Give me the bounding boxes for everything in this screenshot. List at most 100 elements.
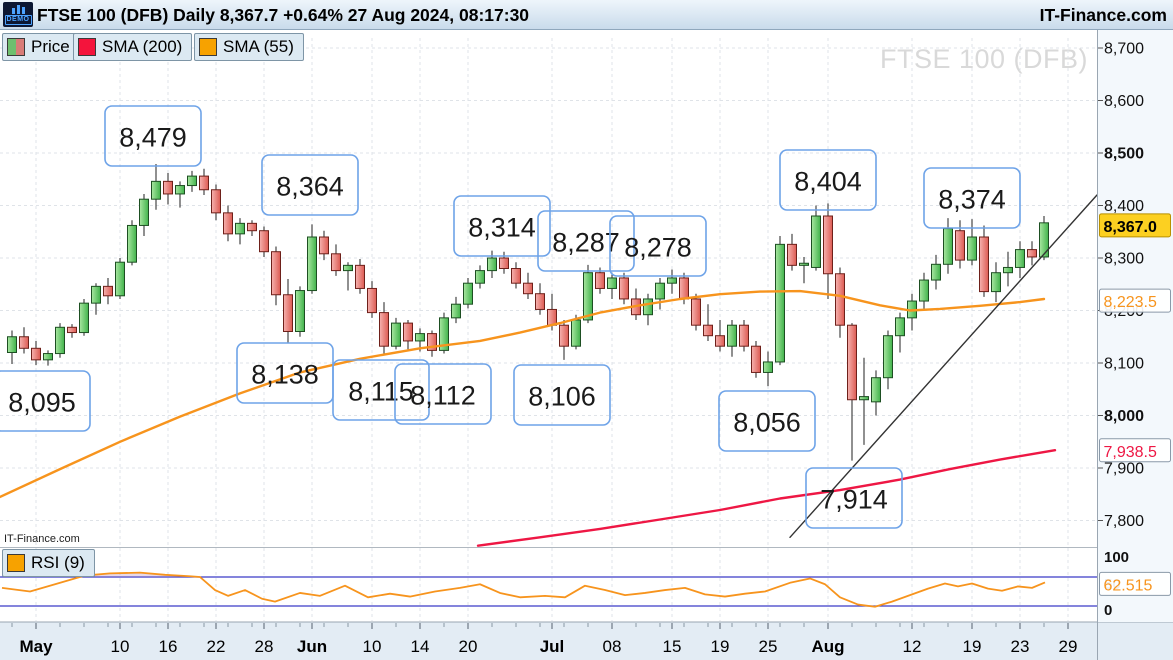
legend-rsi-toggle[interactable]: RSI (9) bbox=[2, 549, 95, 577]
candle bbox=[704, 304, 713, 341]
legend-sma55-label: SMA (55) bbox=[223, 37, 294, 57]
svg-text:8,278: 8,278 bbox=[624, 233, 692, 263]
candle bbox=[1004, 252, 1013, 287]
svg-text:8,100: 8,100 bbox=[1104, 356, 1144, 373]
price-annotation: 8,479 bbox=[105, 106, 201, 166]
candle bbox=[224, 206, 233, 242]
sma55-value-tag: 8,223.5 bbox=[1100, 289, 1171, 312]
svg-text:8,404: 8,404 bbox=[794, 167, 862, 197]
svg-text:19: 19 bbox=[711, 637, 730, 656]
candle bbox=[1016, 241, 1025, 278]
sma55-swatch-icon bbox=[199, 38, 217, 56]
legend-sma55-toggle[interactable]: SMA (55) bbox=[194, 33, 304, 61]
candle bbox=[800, 257, 809, 283]
svg-text:8,300: 8,300 bbox=[1104, 251, 1144, 268]
legend-sma200-toggle[interactable]: SMA (200) bbox=[73, 33, 192, 61]
price-swatch-icon bbox=[7, 38, 25, 56]
candle bbox=[860, 358, 869, 445]
svg-text:8,223.5: 8,223.5 bbox=[1104, 294, 1157, 311]
rsi-value-tag: 62.515 bbox=[1100, 572, 1171, 595]
candle bbox=[260, 227, 269, 257]
svg-text:8,400: 8,400 bbox=[1104, 198, 1144, 215]
candle bbox=[692, 294, 701, 331]
svg-text:08: 08 bbox=[603, 637, 622, 656]
candle bbox=[344, 262, 353, 290]
chart-title: FTSE 100 (DFB) Daily 8,367.7 +0.64% 27 A… bbox=[37, 0, 529, 30]
candle bbox=[524, 273, 533, 299]
svg-text:8,364: 8,364 bbox=[276, 172, 344, 202]
sma200-swatch-icon bbox=[78, 38, 96, 56]
candle bbox=[992, 262, 1001, 302]
svg-text:8,500: 8,500 bbox=[1104, 146, 1144, 163]
candle bbox=[836, 267, 845, 337]
svg-text:Jun: Jun bbox=[297, 637, 327, 656]
candle bbox=[788, 234, 797, 271]
candle bbox=[272, 246, 281, 305]
svg-text:29: 29 bbox=[1059, 637, 1078, 656]
candle bbox=[884, 330, 893, 389]
candle bbox=[152, 164, 161, 210]
legend-price-label: Price bbox=[31, 37, 70, 57]
candle bbox=[80, 299, 89, 336]
brand-link[interactable]: IT-Finance.com bbox=[1040, 0, 1167, 30]
candle bbox=[92, 283, 101, 315]
legend-price-toggle[interactable]: Price bbox=[2, 33, 80, 61]
candle bbox=[632, 288, 641, 320]
svg-text:23: 23 bbox=[1011, 637, 1030, 656]
svg-text:8,106: 8,106 bbox=[528, 382, 596, 412]
demo-badge: DEMO bbox=[5, 15, 32, 25]
candle bbox=[56, 323, 65, 358]
price-annotation: 8,278 bbox=[610, 216, 706, 276]
candle bbox=[908, 294, 917, 331]
candle bbox=[512, 262, 521, 288]
chart-window: DEMO FTSE 100 (DFB) Daily 8,367.7 +0.64%… bbox=[0, 0, 1173, 660]
candle bbox=[848, 323, 857, 461]
candle bbox=[728, 320, 737, 357]
candle bbox=[644, 294, 653, 326]
svg-text:8,700: 8,700 bbox=[1104, 41, 1144, 58]
candle bbox=[740, 320, 749, 352]
svg-text:19: 19 bbox=[963, 637, 982, 656]
svg-text:14: 14 bbox=[411, 637, 430, 656]
rsi-swatch-icon bbox=[7, 554, 25, 572]
svg-text:8,000: 8,000 bbox=[1104, 408, 1144, 425]
svg-text:Aug: Aug bbox=[811, 637, 844, 656]
svg-text:8,095: 8,095 bbox=[8, 388, 76, 418]
candle bbox=[1028, 241, 1037, 265]
candles bbox=[8, 164, 1049, 461]
candle bbox=[932, 255, 941, 290]
svg-text:28: 28 bbox=[255, 637, 274, 656]
svg-text:16: 16 bbox=[159, 637, 178, 656]
candle bbox=[896, 313, 905, 353]
last-price-tag: 8,367.0 bbox=[1100, 214, 1171, 237]
footer-brand: IT-Finance.com bbox=[4, 533, 80, 545]
candle bbox=[920, 273, 929, 311]
candle bbox=[776, 236, 785, 365]
y-axis-strip bbox=[1098, 30, 1173, 622]
svg-text:10: 10 bbox=[111, 637, 130, 656]
candle bbox=[668, 270, 677, 294]
candle bbox=[284, 279, 293, 343]
candle bbox=[452, 297, 461, 323]
candle bbox=[32, 341, 41, 365]
candle bbox=[200, 169, 209, 195]
svg-text:20: 20 bbox=[459, 637, 478, 656]
svg-text:7,938.5: 7,938.5 bbox=[1104, 444, 1157, 461]
price-annotation: 8,056 bbox=[719, 391, 815, 451]
candle bbox=[332, 244, 341, 276]
svg-text:7,800: 7,800 bbox=[1104, 513, 1144, 530]
candle bbox=[356, 259, 365, 294]
candle bbox=[488, 251, 497, 278]
candle bbox=[716, 320, 725, 352]
candle bbox=[968, 219, 977, 265]
candle bbox=[428, 330, 437, 356]
svg-text:12: 12 bbox=[903, 637, 922, 656]
candle bbox=[212, 185, 221, 221]
rsi-line bbox=[2, 573, 1045, 607]
legend-rsi-label: RSI (9) bbox=[31, 553, 85, 573]
candle bbox=[824, 203, 833, 299]
svg-text:8,367.0: 8,367.0 bbox=[1104, 219, 1157, 236]
demo-logo: DEMO bbox=[3, 2, 33, 27]
price-annotations: 8,4798,3648,3148,2878,2788,4048,3748,095… bbox=[0, 106, 1020, 528]
title-bar: DEMO FTSE 100 (DFB) Daily 8,367.7 +0.64%… bbox=[0, 0, 1173, 30]
